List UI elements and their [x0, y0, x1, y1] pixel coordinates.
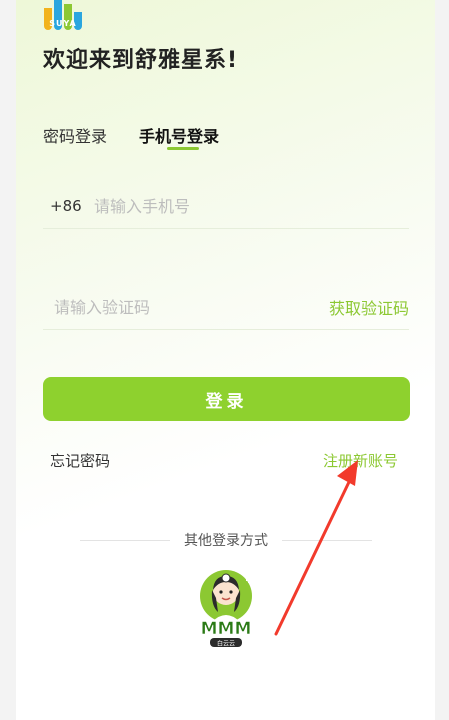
verification-code-input[interactable]	[54, 297, 329, 317]
forgot-password-link[interactable]: 忘记密码	[50, 450, 110, 471]
login-button[interactable]: 登录	[43, 377, 410, 421]
country-code[interactable]: +86	[50, 197, 94, 215]
register-link[interactable]: 注册新账号	[323, 450, 398, 471]
logo-text: SUYA	[49, 19, 77, 28]
mmm-subtext: 白云云	[217, 640, 235, 648]
tab-phone-login[interactable]: 手机号登录	[139, 123, 219, 150]
mmm-avatar-icon: MMM 白云云	[200, 570, 252, 648]
mmm-text: MMM	[201, 619, 252, 639]
mmm-login-button[interactable]: MMM 白云云	[190, 568, 262, 648]
suya-logo: SUYA	[44, 0, 82, 30]
phone-field: +86	[43, 184, 409, 229]
tab-password-login[interactable]: 密码登录	[43, 123, 107, 147]
divider-line-left	[80, 539, 170, 541]
other-login-divider: 其他登录方式	[80, 530, 372, 550]
get-code-button[interactable]: 获取验证码	[329, 295, 409, 319]
other-login-label: 其他登录方式	[184, 533, 268, 549]
login-panel: SUYA 欢迎来到舒雅星系! 密码登录 手机号登录 +86 获取验证码 登录 忘…	[16, 0, 435, 720]
phone-input[interactable]	[94, 196, 409, 216]
login-tabs: 密码登录 手机号登录	[43, 123, 219, 150]
code-field: 获取验证码	[43, 285, 409, 330]
welcome-title: 欢迎来到舒雅星系!	[43, 48, 239, 73]
divider-line-right	[282, 539, 372, 541]
